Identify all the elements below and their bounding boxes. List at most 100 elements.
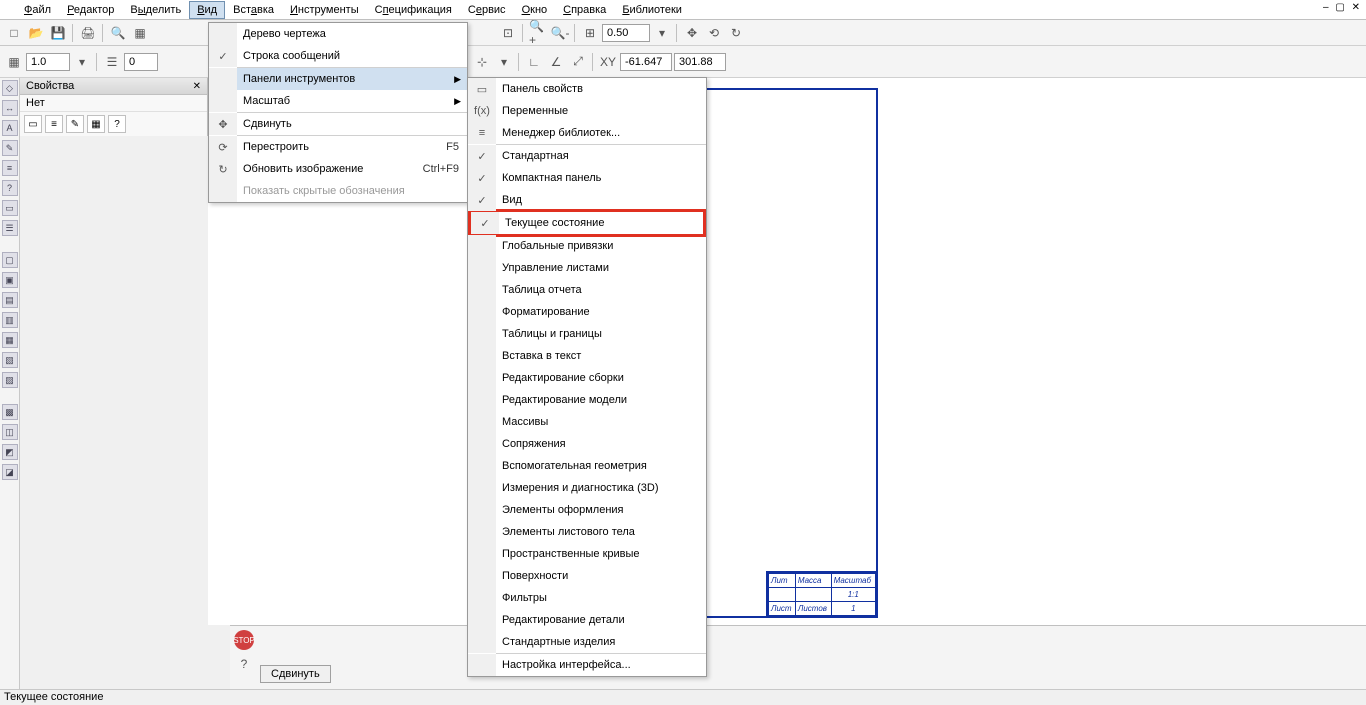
window-controls[interactable]: – ▢ ✕ xyxy=(1323,2,1362,13)
submenu-item[interactable]: Редактирование сборки xyxy=(468,367,706,389)
submenu-item[interactable]: f(x)Переменные xyxy=(468,100,706,122)
menu-insert[interactable]: Вставка xyxy=(225,1,282,19)
tool-c-icon[interactable]: ▤ xyxy=(2,292,18,308)
save-icon[interactable]: 💾 xyxy=(48,23,68,43)
submenu-item[interactable]: ✓Стандартная xyxy=(468,145,706,167)
tool-edit-icon[interactable]: ✎ xyxy=(2,140,18,156)
submenu-item[interactable]: Массивы xyxy=(468,411,706,433)
new-icon[interactable]: □ xyxy=(4,23,24,43)
tool-g-icon[interactable]: ▨ xyxy=(2,372,18,388)
menu-window[interactable]: Окно xyxy=(514,1,556,19)
submenu-item[interactable]: Настройка интерфейса... xyxy=(468,654,706,676)
tool-sel-icon[interactable]: ▭ xyxy=(2,200,18,216)
ortho-icon[interactable]: ∟ xyxy=(524,52,544,72)
menu-spec[interactable]: Спецификация xyxy=(367,1,460,19)
submenu-item[interactable]: Форматирование xyxy=(468,301,706,323)
submenu-item[interactable]: Вспомогательная геометрия xyxy=(468,455,706,477)
menu-view[interactable]: Вид xyxy=(189,1,225,19)
prop-icon-1[interactable]: ▭ xyxy=(24,115,42,133)
prop-icon-2[interactable]: ≡ xyxy=(45,115,63,133)
menu-item[interactable]: Дерево чертежа xyxy=(209,23,467,45)
menu-file[interactable]: Файл xyxy=(16,1,59,19)
zoom-out-icon[interactable]: 🔍- xyxy=(550,23,570,43)
submenu-item[interactable]: Измерения и диагностика (3D) xyxy=(468,477,706,499)
submenu-item[interactable]: ▭Панель свойств xyxy=(468,78,706,100)
stop-icon[interactable]: STOP xyxy=(234,630,254,650)
pan-icon[interactable]: ✥ xyxy=(682,23,702,43)
track-icon[interactable]: ⤢ xyxy=(568,52,588,72)
submenu-item[interactable]: Фильтры xyxy=(468,587,706,609)
menu-item[interactable]: ↻Обновить изображениеCtrl+F9 xyxy=(209,158,467,180)
submenu-item[interactable]: ≡Менеджер библиотек... xyxy=(468,122,706,144)
tool-k-icon[interactable]: ◪ xyxy=(2,464,18,480)
rotate-icon[interactable]: ⟲ xyxy=(704,23,724,43)
tool-a-icon[interactable]: ▢ xyxy=(2,252,18,268)
snap-icon[interactable]: ⊹ xyxy=(472,52,492,72)
layers-icon[interactable]: ☰ xyxy=(102,52,122,72)
submenu-item[interactable]: Таблица отчета xyxy=(468,279,706,301)
menu-item[interactable]: ✓Строка сообщений xyxy=(209,45,467,67)
menu-item[interactable]: Панели инструментов▶ xyxy=(209,68,467,90)
scale-input[interactable] xyxy=(26,53,70,71)
dropdown-icon[interactable]: ▾ xyxy=(652,23,672,43)
submenu-item[interactable]: Редактирование модели xyxy=(468,389,706,411)
tool-geom-icon[interactable]: ◇ xyxy=(2,80,18,96)
submenu-item[interactable]: Глобальные привязки xyxy=(468,235,706,257)
tool-i-icon[interactable]: ◫ xyxy=(2,424,18,440)
prop-icon-5[interactable]: ? xyxy=(108,115,126,133)
tool-d-icon[interactable]: ▥ xyxy=(2,312,18,328)
open-icon[interactable]: 📂 xyxy=(26,23,46,43)
tool-text-icon[interactable]: A xyxy=(2,120,18,136)
angle-icon[interactable]: ∠ xyxy=(546,52,566,72)
tool-spec-icon[interactable]: ☰ xyxy=(2,220,18,236)
redraw-icon[interactable]: ↻ xyxy=(726,23,746,43)
submenu-item[interactable]: Вставка в текст xyxy=(468,345,706,367)
menu-libs[interactable]: Библиотеки xyxy=(614,1,690,19)
submenu-item[interactable]: Таблицы и границы xyxy=(468,323,706,345)
prop-icon-3[interactable]: ✎ xyxy=(66,115,84,133)
help-icon[interactable]: ? xyxy=(234,654,254,674)
menu-select[interactable]: Выделить xyxy=(122,1,189,19)
submenu-item[interactable]: Стандартные изделия xyxy=(468,631,706,653)
submenu-item[interactable]: Редактирование детали xyxy=(468,609,706,631)
close-icon[interactable]: ✕ xyxy=(193,81,201,92)
tool-j-icon[interactable]: ◩ xyxy=(2,444,18,460)
menu-tools[interactable]: Инструменты xyxy=(282,1,367,19)
zoom-fit-icon[interactable]: ⊡ xyxy=(498,23,518,43)
submenu-item[interactable]: Сопряжения xyxy=(468,433,706,455)
grid-icon[interactable]: ▦ xyxy=(4,52,24,72)
highlighted-item[interactable]: ✓Текущее состояние xyxy=(468,209,706,237)
menu-editor[interactable]: Редактор xyxy=(59,1,122,19)
move-button[interactable]: Сдвинуть xyxy=(260,665,331,683)
tool-f-icon[interactable]: ▧ xyxy=(2,352,18,368)
submenu-item[interactable]: ✓Компактная панель xyxy=(468,167,706,189)
tool-meas-icon[interactable]: ? xyxy=(2,180,18,196)
zoom-in-icon[interactable]: 🔍+ xyxy=(528,23,548,43)
preview-icon[interactable]: 🔍 xyxy=(108,23,128,43)
tool-h-icon[interactable]: ▩ xyxy=(2,404,18,420)
submenu-item[interactable]: Элементы листового тела xyxy=(468,521,706,543)
coord-x[interactable] xyxy=(620,53,672,71)
submenu-item[interactable]: Пространственные кривые xyxy=(468,543,706,565)
dropdown2-icon[interactable]: ▾ xyxy=(72,52,92,72)
submenu-item[interactable]: Поверхности xyxy=(468,565,706,587)
submenu-item[interactable]: ✓Вид xyxy=(468,189,706,211)
xy-icon[interactable]: XY xyxy=(598,52,618,72)
spin-input[interactable] xyxy=(124,53,158,71)
zoom-window-icon[interactable]: ⊞ xyxy=(580,23,600,43)
tool-b-icon[interactable]: ▣ xyxy=(2,272,18,288)
submenu-item[interactable]: Элементы оформления xyxy=(468,499,706,521)
menu-item[interactable]: Масштаб▶ xyxy=(209,90,467,112)
submenu-item[interactable]: ✓Текущее состояние xyxy=(471,212,703,234)
menu-item[interactable]: ✥Сдвинуть xyxy=(209,113,467,135)
tool-dim-icon[interactable]: ↔ xyxy=(2,100,18,116)
tool-param-icon[interactable]: ≡ xyxy=(2,160,18,176)
dropdown3-icon[interactable]: ▾ xyxy=(494,52,514,72)
print-icon[interactable]: 🖨 xyxy=(78,23,98,43)
menu-help[interactable]: Справка xyxy=(555,1,614,19)
menu-item[interactable]: ⟳ПерестроитьF5 xyxy=(209,136,467,158)
menu-service[interactable]: Сервис xyxy=(460,1,514,19)
props-icon[interactable]: ▦ xyxy=(130,23,150,43)
zoom-input[interactable] xyxy=(602,24,650,42)
tool-e-icon[interactable]: ▦ xyxy=(2,332,18,348)
